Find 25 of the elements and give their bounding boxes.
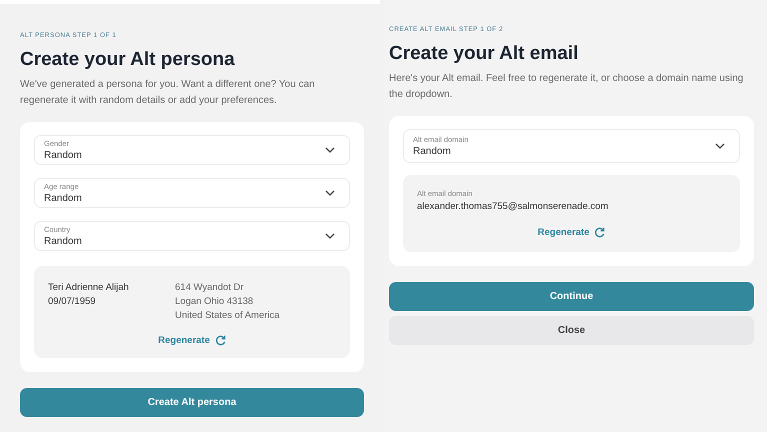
select-value: Random [44, 236, 82, 247]
panel-title: Create your Alt persona [20, 49, 236, 71]
regenerate-button[interactable]: Regenerate [538, 227, 606, 238]
email-address: alexander.thomas755@salmonserenade.com [417, 201, 610, 212]
select-value: Random [413, 146, 452, 157]
select-value: Random [44, 193, 82, 204]
persona-birthdate: 09/07/1959 [48, 296, 97, 307]
refresh-icon [214, 335, 226, 346]
address-line: Logan Ohio 43138 [175, 296, 254, 307]
chevron-down-icon [715, 143, 725, 149]
close-button[interactable]: Close [389, 316, 754, 345]
panel-title: Create your Alt email [389, 43, 580, 65]
regenerate-button[interactable]: Regenerate [158, 335, 226, 346]
chevron-down-icon [325, 147, 335, 153]
refresh-icon [594, 227, 606, 238]
description: Here's your Alt email. Feel free to regenerate it, or choose a domain name using the dropdown. [389, 72, 744, 102]
persona-name: Teri Adrienne Alijah [48, 282, 130, 293]
address-line: United States of America [175, 310, 280, 321]
create-button[interactable]: Create Alt persona [20, 388, 364, 417]
description: We've generated a persona for you. Want a different one? You can regenerate it with random details or add your preferences. [20, 78, 316, 108]
chevron-down-icon [325, 233, 335, 239]
address-line: 614 Wyandot Dr [175, 282, 245, 293]
select-value: Random [44, 150, 82, 161]
chevron-down-icon [325, 190, 335, 196]
continue-button[interactable]: Continue [389, 282, 754, 311]
